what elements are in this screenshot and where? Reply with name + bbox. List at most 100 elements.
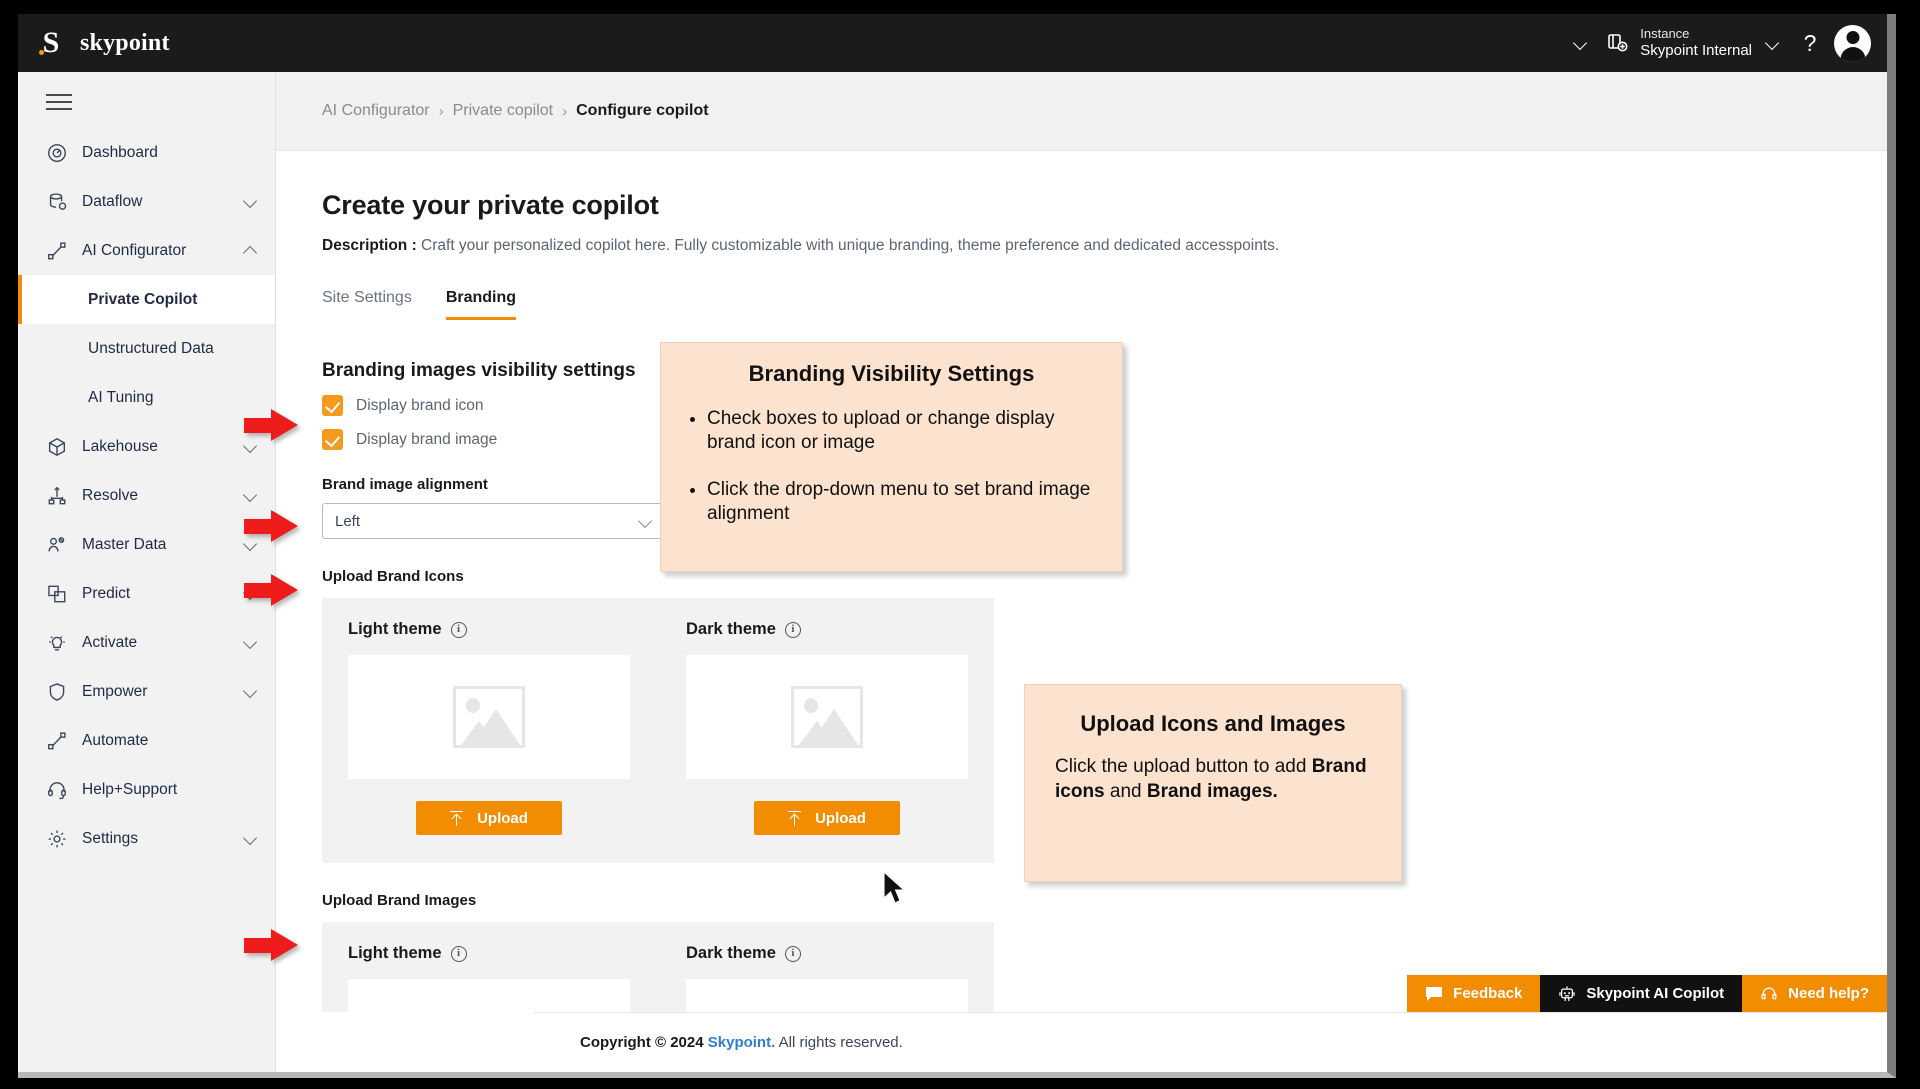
sidebar-item-settings[interactable]: Settings	[18, 814, 275, 863]
chevron-down-icon	[244, 685, 257, 698]
instance-database-icon	[1608, 34, 1628, 52]
chevron-down-icon	[244, 832, 257, 845]
chevron-down-icon	[244, 636, 257, 649]
sidebar-item-empower[interactable]: Empower	[18, 667, 275, 716]
sidebar-item-label: Settings	[82, 829, 139, 847]
sidebar-item-predict[interactable]: Predict	[18, 569, 275, 618]
sidebar-item-unstructured-data[interactable]: Unstructured Data	[18, 324, 275, 373]
annotation-arrow-alignment	[244, 510, 298, 542]
brand-icon-dark-preview	[686, 655, 968, 779]
avatar-head-icon	[1846, 30, 1859, 44]
skypoint-link[interactable]: Skypoint.	[708, 1034, 776, 1051]
chevron-down-icon	[639, 515, 652, 528]
info-icon[interactable]: i	[450, 945, 467, 962]
sidebar-item-label: Dataflow	[82, 192, 143, 210]
need-help-button[interactable]: Need help?	[1742, 975, 1887, 1012]
dark-theme-title: Dark theme i	[686, 620, 968, 639]
upload-brand-images-panel: Light theme i Dark theme i	[322, 922, 994, 1012]
sidebar-item-dashboard[interactable]: Dashboard	[18, 128, 275, 177]
image-placeholder-icon	[453, 686, 525, 748]
sidebar-item-resolve[interactable]: Resolve	[18, 471, 275, 520]
chevron-up-icon	[244, 244, 257, 257]
brand-icon-light-preview	[348, 655, 630, 779]
callout-body: Click the upload button to add Brand ico…	[1055, 755, 1371, 804]
topbar-menu-chevron[interactable]	[1560, 14, 1600, 72]
sidebar-item-activate[interactable]: Activate	[18, 618, 275, 667]
footer: Copyright © 2024 Skypoint. All rights re…	[534, 1012, 1887, 1072]
browser-frame: S skypoint Instance Skypoint Internal ? …	[18, 14, 1896, 1078]
sidebar-subitem-label: Private Copilot	[88, 290, 198, 308]
sidebar-item-ai-configurator[interactable]: AI Configurator	[18, 226, 275, 275]
sidebar-item-private-copilot[interactable]: Private Copilot	[18, 275, 275, 324]
mouse-cursor	[884, 872, 906, 904]
sidebar-item-automate[interactable]: Automate	[18, 716, 275, 765]
hamburger-menu-icon[interactable]	[46, 94, 72, 110]
activate-icon	[49, 635, 65, 650]
sidebar-item-label: Lakehouse	[82, 437, 158, 455]
sidebar-subitem-label: Unstructured Data	[88, 339, 214, 357]
breadcrumb-item-ai-configurator[interactable]: AI Configurator	[322, 102, 430, 120]
chevron-down-icon	[244, 195, 257, 208]
upload-button-label: Upload	[477, 809, 528, 827]
instance-chevron[interactable]	[1752, 14, 1792, 72]
predict-icon	[48, 585, 66, 602]
lakehouse-icon	[48, 437, 66, 456]
instance-selector[interactable]: Instance Skypoint Internal	[1606, 26, 1752, 61]
breadcrumb-separator-icon: ›	[562, 102, 568, 120]
upload-arrow-icon	[788, 810, 802, 826]
feedback-label: Feedback	[1453, 985, 1523, 1002]
headset-icon	[48, 781, 66, 799]
light-theme-title: Light theme i	[348, 620, 630, 639]
sidebar-item-label: Activate	[82, 633, 138, 651]
avatar[interactable]	[1834, 24, 1871, 62]
tab-branding[interactable]: Branding	[445, 289, 517, 320]
tab-site-settings[interactable]: Site Settings	[322, 289, 412, 320]
sidebar-item-label: Predict	[82, 584, 131, 602]
dark-theme-label: Dark theme	[686, 944, 776, 962]
chevron-down-icon	[244, 440, 257, 453]
brand-icon-dark-theme-column: Dark theme i Upload	[686, 620, 968, 835]
upload-button-label: Upload	[815, 809, 866, 827]
skypoint-ai-copilot-button[interactable]: Skypoint AI Copilot	[1540, 975, 1743, 1012]
breadcrumb-item-configure-copilot: Configure copilot	[576, 102, 709, 119]
tab-bar: Site Settings Branding	[322, 289, 1887, 320]
display-brand-image-checkbox[interactable]	[322, 429, 343, 450]
dark-theme-title: Dark theme i	[686, 944, 968, 963]
help-button[interactable]: ?	[1792, 30, 1828, 57]
info-icon[interactable]: i	[450, 621, 467, 638]
brand-image-alignment-select[interactable]: Left	[322, 503, 665, 539]
resolve-icon	[48, 486, 66, 504]
sidebar-item-dataflow[interactable]: Dataflow	[18, 177, 275, 226]
info-icon[interactable]: i	[784, 621, 801, 638]
brand-image-light-theme-column: Light theme i	[348, 944, 630, 1012]
sidebar-item-label: Automate	[82, 731, 149, 749]
description-label: Description :	[322, 237, 417, 254]
master-data-icon	[48, 536, 65, 551]
breadcrumb-item-private-copilot[interactable]: Private copilot	[453, 102, 554, 120]
info-icon[interactable]: i	[784, 945, 801, 962]
sidebar-item-lakehouse[interactable]: Lakehouse	[18, 422, 275, 471]
feedback-button[interactable]: Feedback	[1407, 975, 1541, 1012]
brand-image-light-preview	[348, 979, 630, 1012]
dashboard-icon	[48, 143, 66, 162]
display-brand-icon-checkbox[interactable]	[322, 395, 343, 416]
breadcrumb: AI Configurator › Private copilot › Conf…	[276, 72, 1887, 151]
sidebar-item-help-support[interactable]: Help+Support	[18, 765, 275, 814]
chevron-down-icon	[244, 489, 257, 502]
logo-dot-icon	[39, 50, 44, 55]
callout-body-bold2: Brand images.	[1146, 780, 1278, 802]
logo-initial: S	[42, 26, 60, 59]
sidebar-item-label: Master Data	[82, 535, 167, 553]
chevron-down-icon	[1766, 37, 1779, 50]
callout-branding-visibility: Branding Visibility Settings Check boxes…	[660, 342, 1123, 572]
brand-icon-light-theme-column: Light theme i Upload	[348, 620, 630, 835]
annotation-arrow-upload-brand-icons	[244, 574, 298, 606]
sidebar-item-ai-tuning[interactable]: AI Tuning	[18, 373, 275, 422]
copyright-prefix: Copyright © 2024	[580, 1034, 708, 1051]
brand-logo[interactable]: S skypoint	[36, 28, 170, 58]
annotation-arrow-upload-brand-images	[244, 929, 298, 961]
upload-brand-icon-light-button[interactable]: Upload	[416, 801, 562, 835]
light-theme-label: Light theme	[348, 620, 442, 638]
sidebar-item-master-data[interactable]: Master Data	[18, 520, 275, 569]
upload-brand-icon-dark-button[interactable]: Upload	[754, 801, 900, 835]
